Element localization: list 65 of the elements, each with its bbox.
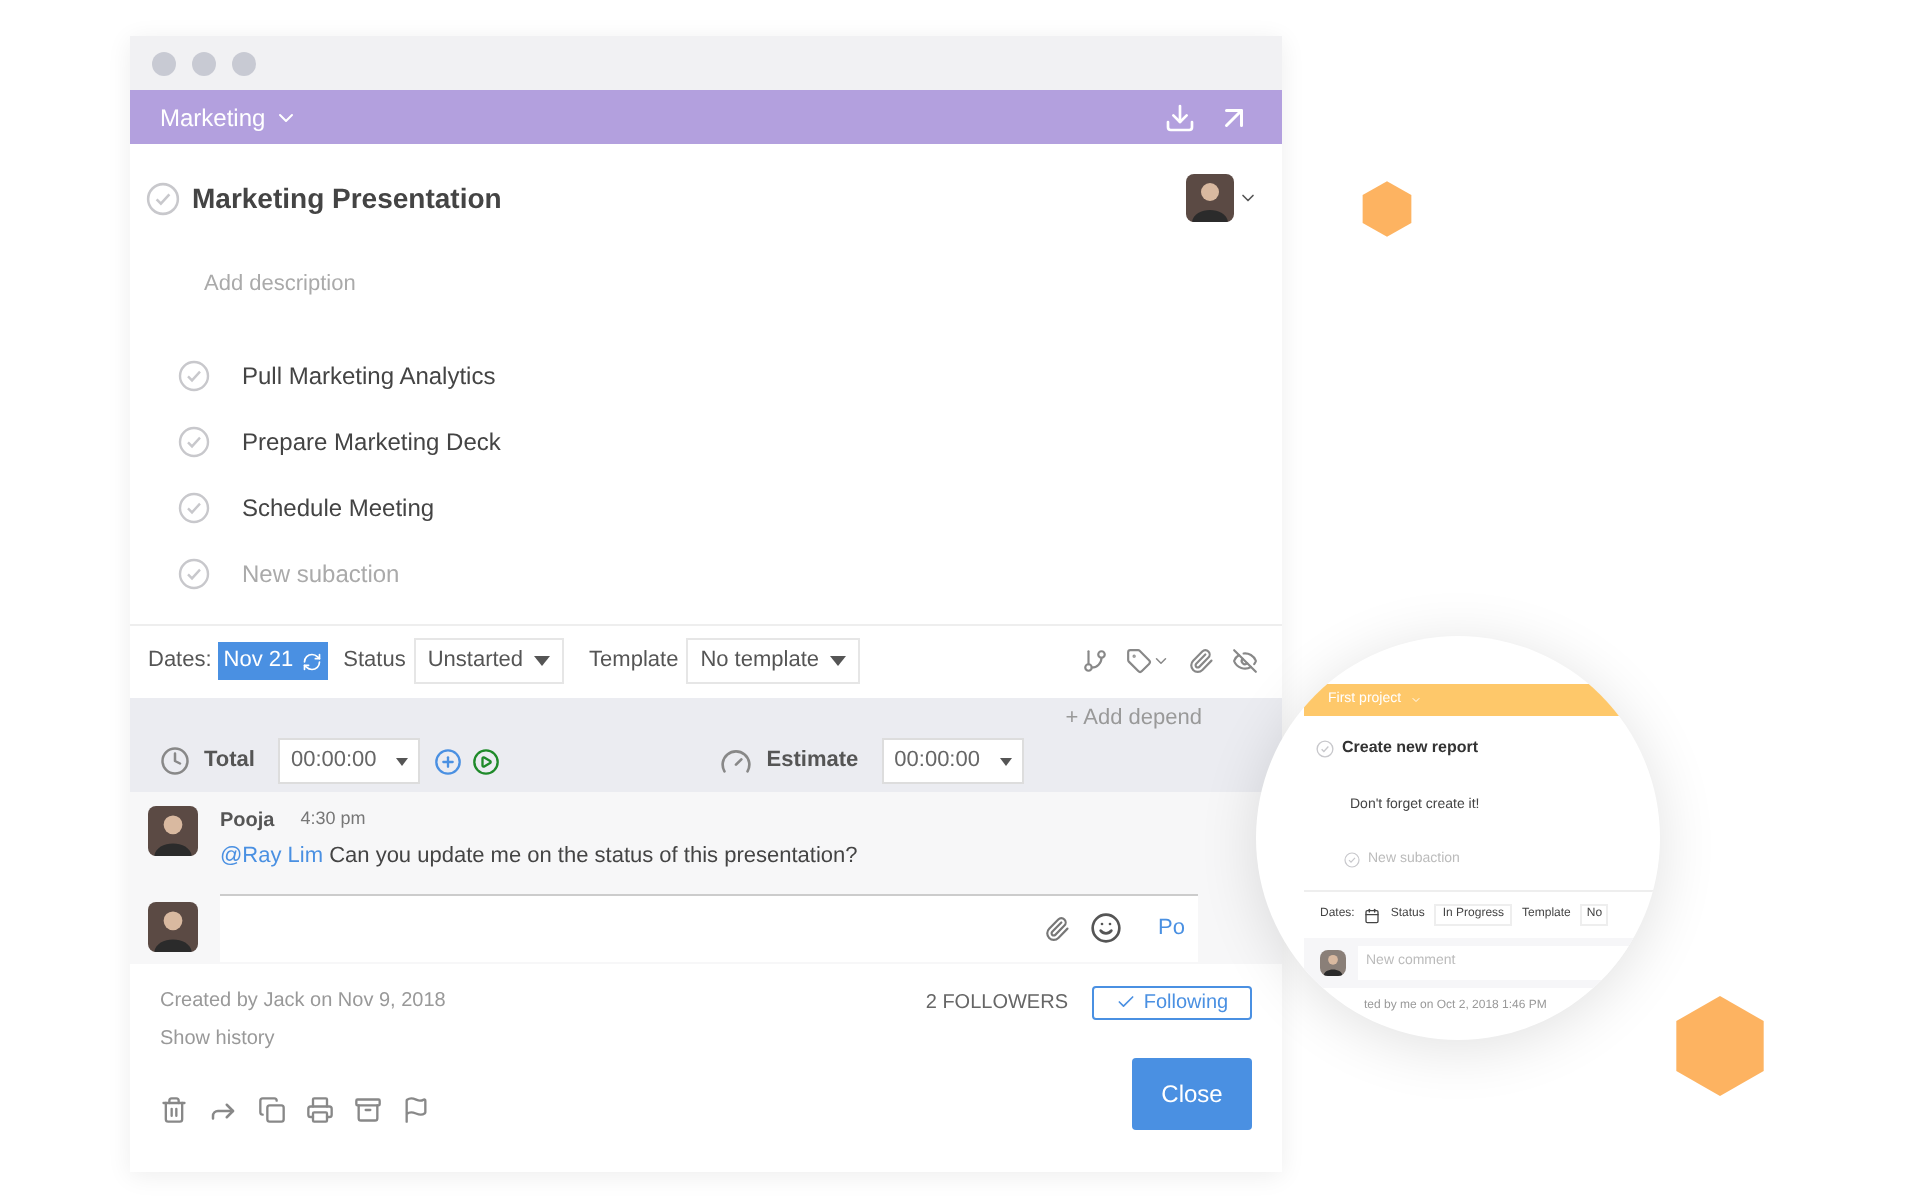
calendar-icon[interactable] (1364, 907, 1381, 923)
gauge-icon (720, 745, 753, 777)
subaction-label: Pull Marketing Analytics (242, 360, 496, 394)
caret-icon (1409, 694, 1422, 706)
post-button[interactable]: Po (1158, 911, 1186, 945)
play-icon[interactable] (472, 747, 501, 775)
clock-icon (160, 746, 190, 776)
caret-icon (396, 757, 409, 765)
check-icon (1115, 992, 1136, 1012)
task-title: Create new report (1342, 736, 1479, 760)
add-time-icon[interactable] (434, 747, 463, 775)
caret-icon (829, 656, 845, 666)
status-select[interactable]: Unstarted (413, 638, 564, 684)
dates-label: Dates: (148, 646, 212, 677)
archive-icon[interactable] (354, 1095, 382, 1123)
emoji-icon[interactable] (1090, 912, 1122, 944)
total-label: Total (204, 746, 255, 777)
repeat-icon (301, 651, 322, 671)
avatar (148, 805, 198, 855)
comment-input[interactable]: Po (220, 893, 1198, 961)
close-button[interactable]: Close (1132, 1057, 1252, 1129)
subaction-label: Schedule Meeting (242, 492, 435, 526)
attachment-icon[interactable] (1188, 648, 1214, 674)
show-history-link[interactable]: Show history (160, 1023, 446, 1053)
delete-icon[interactable] (160, 1095, 188, 1123)
hexagon-icon (1358, 180, 1416, 238)
check-circle-icon[interactable] (178, 360, 210, 392)
following-button[interactable]: Following (1092, 985, 1252, 1019)
copy-icon[interactable] (258, 1095, 286, 1123)
caret-icon (533, 656, 550, 666)
followers-count: 2 FOLLOWERS (925, 989, 1068, 1017)
caret-icon (999, 757, 1012, 765)
subaction-label: Prepare Marketing Deck (242, 426, 501, 460)
date-button[interactable]: Nov 21 (217, 642, 328, 680)
check-circle-icon[interactable] (178, 426, 210, 458)
status-label: Status (343, 646, 406, 677)
avatar (1186, 174, 1234, 222)
check-circle-icon[interactable] (146, 181, 180, 215)
check-circle-icon[interactable] (1316, 739, 1334, 757)
avatar (148, 902, 198, 952)
estimate-label: Estimate (766, 746, 859, 777)
check-circle-icon[interactable] (178, 558, 210, 590)
description-field[interactable]: Add description (204, 268, 1282, 301)
estimate-time-select[interactable]: 00:00:00 (882, 738, 1024, 784)
template-label: Template (589, 646, 679, 677)
add-dependency-link[interactable]: + Add depend (1065, 702, 1202, 735)
created-info: Created by Jack on Nov 9, 2018 (160, 987, 446, 1015)
download-icon[interactable] (1164, 101, 1196, 133)
template-select[interactable]: No template (686, 638, 859, 684)
hidden-icon[interactable] (1232, 648, 1258, 674)
print-icon[interactable] (306, 1095, 334, 1123)
total-time-select[interactable]: 00:00:00 (278, 738, 421, 784)
tag-icon[interactable] (1126, 648, 1170, 674)
new-subaction-field[interactable]: New subaction (242, 556, 400, 592)
avatar (1320, 949, 1346, 976)
check-circle-icon[interactable] (1344, 851, 1360, 868)
comment-author: Pooja (220, 807, 275, 835)
attachment-icon[interactable] (1044, 915, 1070, 941)
branch-icon[interactable] (1082, 648, 1108, 674)
project-menu[interactable]: Marketing (160, 99, 298, 135)
flag-icon[interactable] (402, 1095, 430, 1123)
task-title: Marketing Presentation (192, 179, 502, 218)
comment-time: 4:30 pm (300, 806, 366, 833)
comment-text: @Ray Lim Can you update me on the status of this presentation? (220, 841, 858, 871)
check-circle-icon[interactable] (178, 492, 210, 524)
